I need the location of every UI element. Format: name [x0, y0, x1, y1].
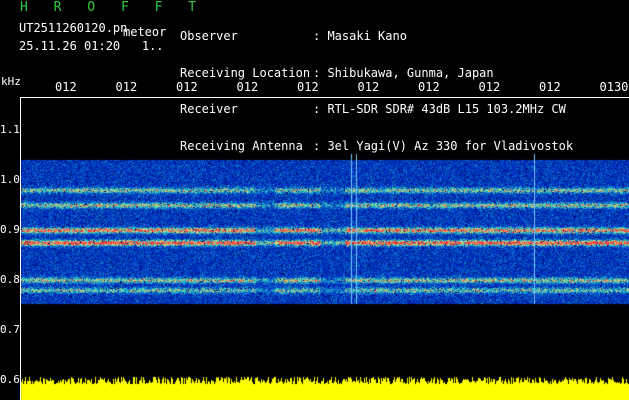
date-time-text: 25.11.26 01:20	[19, 39, 121, 53]
file-name: UT2511260120.pn	[19, 21, 128, 35]
info-value-antenna: : 3el Yagi(V) Az 330 for Vladivostok	[313, 138, 574, 153]
y-axis-line	[20, 97, 21, 400]
y-tick-label: 1.0	[0, 173, 20, 186]
info-label-location: Receiving Location	[180, 65, 311, 80]
x-tick-label: 012	[418, 80, 440, 94]
file-name-suffix: meteor	[123, 25, 167, 39]
info-value-location: : Shibukawa, Gunma, Japan	[313, 65, 494, 80]
y-axis-label: kHz	[1, 75, 21, 88]
info-label-observer: Observer	[180, 29, 238, 43]
date-time: 25.11.26 01:20 1..	[19, 40, 164, 52]
info-value-receiver: : RTL-SDR SDR# 43dB L15 103.2MHz CW	[313, 102, 566, 116]
x-tick-label: 012	[176, 80, 198, 94]
y-tick-label: 0.9	[0, 223, 20, 236]
x-tick-label: 012	[55, 80, 77, 94]
info-value-observer: : Masaki Kano	[313, 29, 407, 43]
x-tick-label: 012	[539, 80, 561, 94]
y-tick-label: 0.8	[0, 273, 20, 286]
x-tick-label: 012	[236, 80, 259, 94]
info-label-receiver: Receiver	[180, 102, 238, 116]
info-label-antenna: Receiving Antenna	[180, 138, 303, 153]
x-tick-label: 012	[357, 80, 380, 94]
x-tick-label: 012	[478, 80, 501, 94]
y-tick-label: 1.1	[0, 123, 20, 136]
brand-title: H R O F F T	[20, 0, 206, 15]
x-tick-label: 012	[115, 80, 138, 94]
page-marker: 1..	[141, 39, 164, 53]
info-values: : Masaki Kano : Shibukawa, Gunma, Japan …	[313, 6, 573, 164]
y-tick-label: 0.6	[0, 373, 20, 386]
x-tick-label: 0130	[599, 80, 629, 94]
y-tick-label: 0.7	[0, 323, 20, 336]
x-tick-label: 012	[297, 80, 319, 94]
